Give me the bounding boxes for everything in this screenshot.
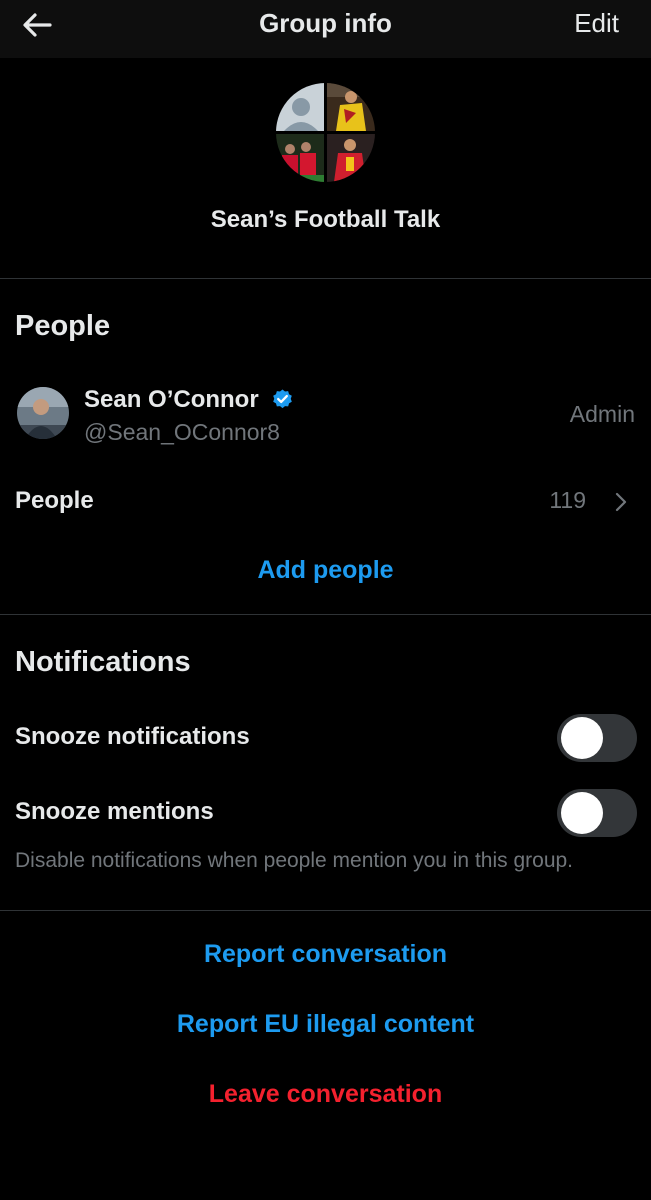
chevron-right-icon [615, 492, 627, 512]
divider [0, 278, 651, 279]
notifications-section-title: Notifications [15, 646, 191, 678]
snooze-notifications-label: Snooze notifications [15, 723, 250, 750]
member-avatar-photo [17, 387, 69, 439]
snooze-notifications-row: Snooze notifications [0, 711, 651, 767]
people-count-row[interactable]: People 119 [0, 478, 651, 524]
toggle-knob [561, 717, 603, 759]
group-avatar[interactable] [276, 83, 375, 182]
back-button[interactable] [20, 8, 60, 42]
report-conversation-button[interactable]: Report conversation [0, 940, 651, 969]
role-label: Admin [569, 401, 635, 427]
leave-conversation-button[interactable]: Leave conversation [0, 1080, 651, 1109]
member-name: Sean O’Connor [84, 386, 259, 413]
snooze-mentions-helper-text: Disable notifications when people mentio… [15, 849, 574, 872]
snooze-mentions-toggle[interactable] [557, 789, 637, 837]
member-row-admin[interactable]: Sean O’Connor @Sean_OConnor8 Admin [0, 378, 651, 448]
group-name: Sean’s Football Talk [210, 206, 441, 233]
arrow-left-icon [23, 13, 52, 37]
toggle-knob [561, 792, 603, 834]
verified-badge-icon [273, 389, 292, 409]
avatar [17, 387, 69, 439]
people-count: 119 [549, 487, 586, 513]
snooze-mentions-row: Snooze mentions [0, 786, 651, 842]
top-bar: Group info Edit [0, 0, 651, 58]
report-eu-illegal-content-button[interactable]: Report EU illegal content [0, 1010, 651, 1039]
page-title: Group info [259, 8, 392, 38]
snooze-mentions-label: Snooze mentions [15, 798, 214, 825]
edit-button[interactable]: Edit [574, 8, 619, 39]
add-people-button[interactable]: Add people [0, 556, 651, 585]
people-section-title: People [15, 310, 111, 342]
group-avatar-collage [276, 83, 375, 182]
snooze-notifications-toggle[interactable] [557, 714, 637, 762]
divider [0, 614, 651, 615]
divider [0, 910, 651, 911]
people-row-label: People [15, 487, 94, 514]
member-handle: @Sean_OConnor8 [84, 419, 280, 445]
